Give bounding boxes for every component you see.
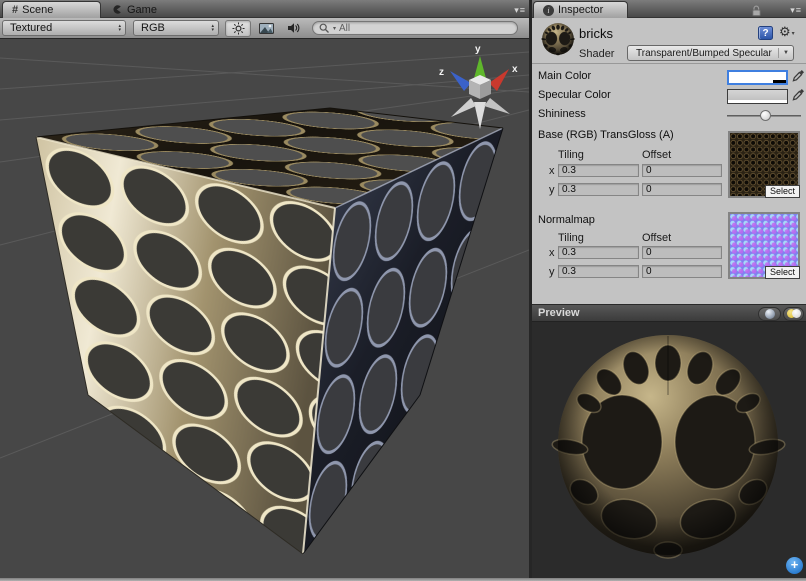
preview-title: Preview bbox=[538, 307, 580, 319]
main-color-alpha-bar bbox=[729, 80, 786, 83]
header-divider bbox=[532, 63, 806, 64]
lock-icon[interactable] bbox=[751, 5, 762, 17]
info-icon: i bbox=[543, 5, 554, 16]
image-icon bbox=[259, 23, 274, 34]
scene-grid-icon: # bbox=[12, 4, 18, 16]
specular-color-eyedropper-icon[interactable] bbox=[792, 88, 805, 102]
scene-toolbar: Textured ▴▾ RGB ▴▾ bbox=[0, 18, 529, 39]
material-inspector: bricks Shader Transparent/Bumped Specula… bbox=[532, 18, 806, 304]
inspector-panel-menu-icon[interactable]: ▾≡ bbox=[790, 5, 802, 16]
main-color-eyedropper-icon[interactable] bbox=[792, 69, 805, 83]
base-map-thumbnail[interactable]: Select bbox=[728, 131, 800, 198]
shader-dropdown-arrow-icon: ▼ bbox=[778, 48, 789, 58]
channel-mode-dropdown[interactable]: RGB ▴▾ bbox=[133, 20, 219, 36]
shader-value: Transparent/Bumped Specular bbox=[636, 48, 772, 59]
shader-dropdown[interactable]: Transparent/Bumped Specular ▼ bbox=[627, 45, 794, 61]
shininess-label: Shininess bbox=[538, 108, 586, 120]
channel-mode-value: RGB bbox=[141, 22, 165, 34]
scene-tabstrip: # Scene Game ▾≡ bbox=[0, 0, 529, 18]
main-color-label: Main Color bbox=[538, 70, 591, 82]
tab-scene[interactable]: # Scene bbox=[2, 1, 101, 18]
preview-viewport[interactable]: + bbox=[532, 322, 806, 578]
preview-sphere-render bbox=[532, 322, 806, 578]
shininess-slider[interactable] bbox=[727, 109, 801, 122]
material-name: bricks bbox=[579, 26, 613, 41]
gizmo-x-cone[interactable] bbox=[489, 69, 509, 91]
specular-color-alpha-bar bbox=[728, 100, 787, 103]
help-question-icon: ? bbox=[762, 28, 768, 39]
normal-offset-y-field[interactable] bbox=[642, 265, 722, 278]
sun-icon bbox=[232, 22, 245, 35]
tab-scene-label: Scene bbox=[22, 4, 53, 16]
gizmo-y-label: y bbox=[475, 44, 481, 55]
main-color-swatch[interactable] bbox=[727, 70, 788, 85]
material-options-button[interactable]: ⚙ ▾ bbox=[779, 24, 795, 40]
normal-x-label: x bbox=[549, 247, 555, 259]
scene-cube-object[interactable] bbox=[36, 108, 503, 554]
search-scope-text: All bbox=[339, 23, 350, 34]
scene-viewport[interactable]: y x z bbox=[0, 39, 529, 578]
preview-lighting-icon bbox=[787, 309, 801, 319]
normal-map-select-button[interactable]: Select bbox=[765, 266, 800, 279]
scene-audio-toggle[interactable] bbox=[281, 20, 307, 37]
gear-icon: ⚙ bbox=[779, 24, 791, 40]
help-button[interactable]: ? bbox=[758, 26, 773, 40]
preview-header[interactable]: Preview bbox=[532, 304, 806, 322]
preview-sphere-icon bbox=[765, 309, 775, 319]
base-map-label: Base (RGB) TransGloss (A) bbox=[538, 129, 674, 141]
scene-skybox-toggle[interactable] bbox=[253, 20, 279, 37]
scene-panel-menu-icon[interactable]: ▾≡ bbox=[514, 5, 526, 16]
search-filter-arrow-icon: ▾ bbox=[333, 25, 336, 32]
scene-search-field[interactable]: ▾ All bbox=[312, 21, 518, 35]
preview-lighting-button[interactable] bbox=[783, 307, 804, 321]
scene-lighting-toggle[interactable] bbox=[225, 20, 251, 37]
base-offset-y-field[interactable] bbox=[642, 183, 722, 196]
dropdown-arrows-icon: ▴▾ bbox=[205, 24, 214, 32]
tab-game-label: Game bbox=[127, 4, 157, 16]
gizmo-x-label: x bbox=[512, 64, 518, 75]
material-sphere-thumbnail bbox=[540, 22, 576, 56]
base-tiling-label: Tiling bbox=[558, 149, 584, 161]
base-offset-label: Offset bbox=[642, 149, 671, 161]
unity-editor-window: # Scene Game ▾≡ Textured ▴▾ RGB ▴ bbox=[0, 0, 806, 581]
base-tiling-y-field[interactable] bbox=[558, 183, 639, 196]
normal-tiling-x-field[interactable] bbox=[558, 246, 639, 259]
speaker-icon bbox=[287, 22, 301, 34]
shader-label: Shader bbox=[579, 48, 614, 60]
base-map-select-button[interactable]: Select bbox=[765, 185, 800, 198]
render-mode-value: Textured bbox=[10, 22, 52, 34]
normal-tiling-y-field[interactable] bbox=[558, 265, 639, 278]
tab-game[interactable]: Game bbox=[103, 1, 199, 18]
scene-panel: # Scene Game ▾≡ Textured ▴▾ RGB ▴ bbox=[0, 0, 529, 581]
normal-offset-x-field[interactable] bbox=[642, 246, 722, 259]
normal-tiling-label: Tiling bbox=[558, 232, 584, 244]
game-pacman-icon bbox=[112, 4, 123, 15]
specular-color-label: Specular Color bbox=[538, 89, 611, 101]
preview-add-button[interactable]: + bbox=[786, 557, 803, 574]
inspector-tabstrip: i Inspector ▾≡ bbox=[532, 0, 806, 18]
tab-inspector-label: Inspector bbox=[558, 4, 603, 16]
main-color-alpha-white bbox=[729, 80, 773, 83]
tab-inspector[interactable]: i Inspector bbox=[533, 1, 628, 18]
search-icon bbox=[319, 23, 330, 34]
gear-arrow-icon: ▾ bbox=[792, 30, 795, 37]
base-x-label: x bbox=[549, 165, 555, 177]
gizmo-z-label: z bbox=[439, 67, 444, 78]
scene-3d-render: y x z bbox=[0, 39, 529, 578]
inspector-panel: i Inspector ▾≡ bricks Shader Transparent… bbox=[532, 0, 806, 581]
normal-map-thumbnail[interactable]: Select bbox=[728, 212, 800, 279]
dropdown-arrows-icon: ▴▾ bbox=[112, 24, 121, 32]
normal-y-label: y bbox=[549, 266, 555, 278]
shininess-thumb[interactable] bbox=[760, 110, 771, 121]
render-mode-dropdown[interactable]: Textured ▴▾ bbox=[2, 20, 126, 36]
base-tiling-x-field[interactable] bbox=[558, 164, 639, 177]
normal-offset-label: Offset bbox=[642, 232, 671, 244]
base-offset-x-field[interactable] bbox=[642, 164, 722, 177]
preview-mesh-button[interactable] bbox=[758, 307, 781, 321]
base-y-label: y bbox=[549, 184, 555, 196]
specular-color-swatch[interactable] bbox=[727, 89, 788, 104]
normal-map-label: Normalmap bbox=[538, 214, 595, 226]
